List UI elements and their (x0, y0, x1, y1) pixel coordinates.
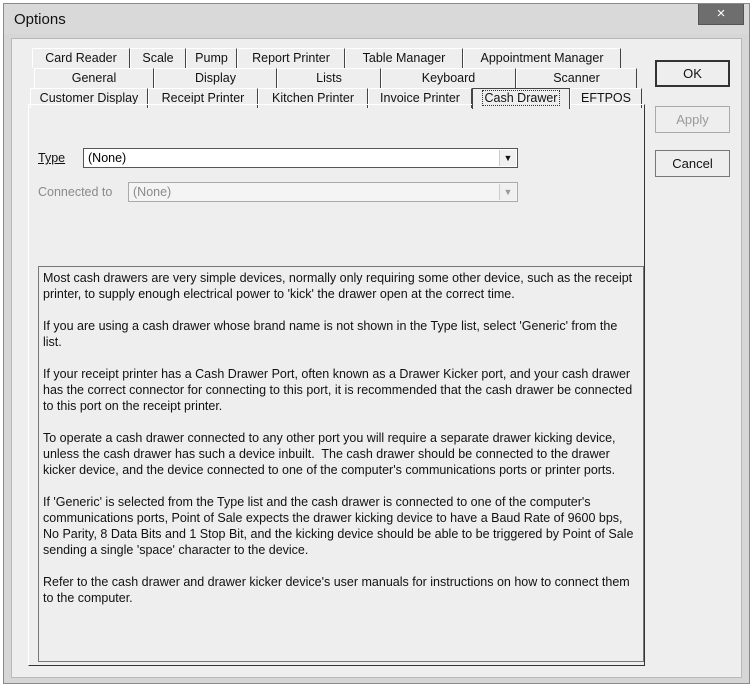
close-button[interactable]: × (698, 4, 744, 25)
type-label: Type (38, 151, 65, 165)
tab-report-printer[interactable]: Report Printer (237, 48, 345, 68)
cash-drawer-help-text[interactable]: Most cash drawers are very simple device… (38, 266, 644, 662)
tab-table-manager[interactable]: Table Manager (345, 48, 463, 68)
options-dialog: Options × Card Reader Scale Pump Report … (3, 3, 750, 684)
type-dropdown-value: (None) (88, 151, 127, 165)
tab-general[interactable]: General (34, 68, 154, 88)
tab-card-reader[interactable]: Card Reader (32, 48, 130, 68)
chevron-down-icon[interactable]: ▼ (499, 150, 516, 166)
cancel-button[interactable]: Cancel (655, 150, 730, 177)
tab-cash-drawer[interactable]: Cash Drawer (472, 88, 570, 109)
tab-pump[interactable]: Pump (186, 48, 237, 68)
tab-cash-drawer-label: Cash Drawer (481, 90, 561, 106)
tab-display[interactable]: Display (154, 68, 277, 88)
connected-to-label: Connected to (38, 185, 113, 199)
tab-scale[interactable]: Scale (130, 48, 186, 68)
type-dropdown[interactable]: (None) ▼ (83, 148, 518, 168)
apply-button[interactable]: Apply (655, 106, 730, 133)
tab-lists[interactable]: Lists (277, 68, 381, 88)
connected-to-dropdown-value: (None) (133, 185, 172, 199)
title-bar: Options × (4, 4, 749, 34)
chevron-down-icon[interactable]: ▼ (499, 184, 516, 200)
type-label-text: Type (38, 151, 66, 165)
ok-button[interactable]: OK (655, 60, 730, 87)
connected-to-dropdown[interactable]: (None) ▼ (128, 182, 518, 202)
window-title: Options (14, 11, 66, 28)
tab-scanner[interactable]: Scanner (516, 68, 637, 88)
close-icon: × (716, 5, 726, 22)
tab-keyboard[interactable]: Keyboard (381, 68, 516, 88)
tab-appointment-manager[interactable]: Appointment Manager (463, 48, 621, 68)
